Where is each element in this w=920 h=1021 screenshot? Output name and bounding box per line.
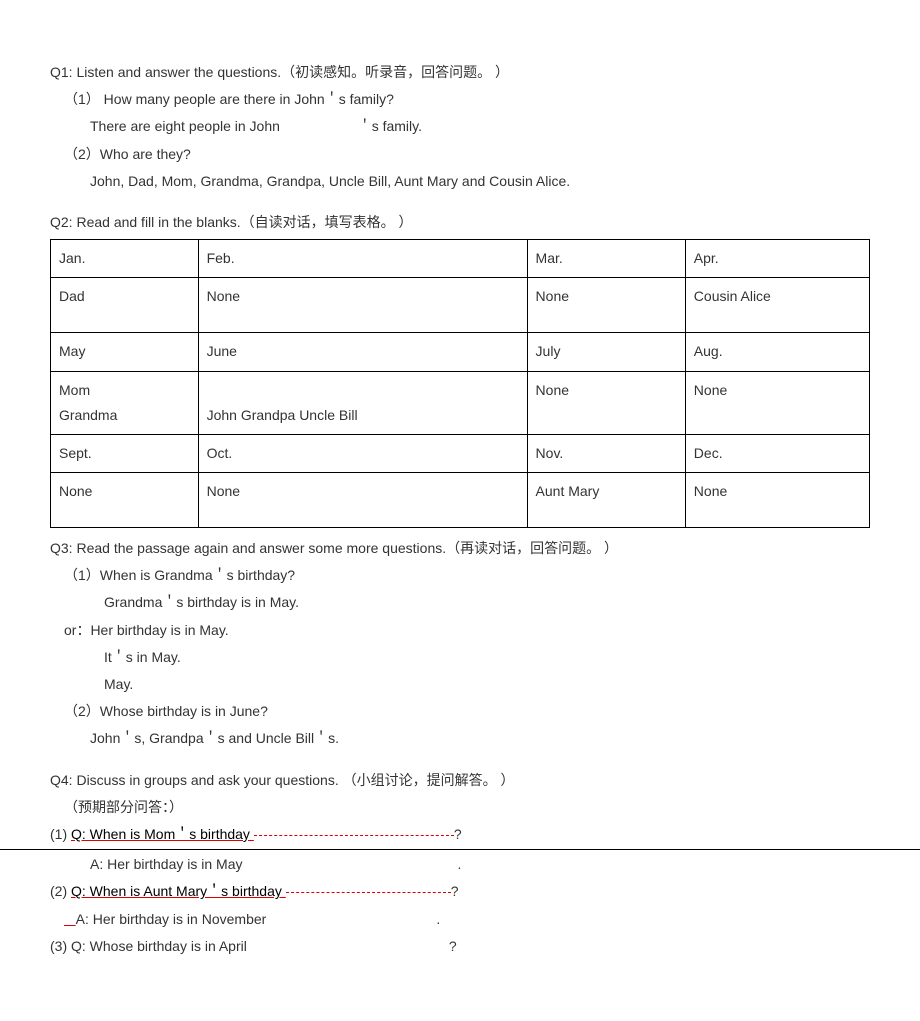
q1-p1-answer-right: ＇s family. <box>358 118 422 134</box>
cell: July <box>527 333 685 371</box>
qmark: ? <box>451 883 459 899</box>
cell: Oct. <box>198 434 527 472</box>
cell: None <box>527 371 685 434</box>
cell: Sept. <box>51 434 199 472</box>
table-row: Dad None None Cousin Alice <box>51 278 870 333</box>
cell: Feb. <box>198 240 527 278</box>
cell: June <box>198 333 527 371</box>
cell: Nov. <box>527 434 685 472</box>
cell: None <box>198 473 527 528</box>
cell: Aunt Mary <box>527 473 685 528</box>
table-row: Sept. Oct. Nov. Dec. <box>51 434 870 472</box>
q2-title: Q2: Read and fill in the blanks.（自读对话，填写… <box>50 210 870 235</box>
q4-p3-text: (3) Q: Whose birthday is in April <box>50 938 247 954</box>
q4-p1-answer-text: A: Her birthday is in May <box>90 856 243 872</box>
q3-p1-question: （1）When is Grandma＇s birthday? <box>50 563 870 588</box>
cell: Cousin Alice <box>685 278 869 333</box>
q4-p1-underline: Q: When is Mom＇s birthday <box>71 826 254 842</box>
dot: . <box>436 911 440 927</box>
q3-p2-answer: John＇s, Grandpa＇s and Uncle Bill＇s. <box>50 726 870 751</box>
cell: None <box>198 278 527 333</box>
q1-p1-answer: There are eight people in John ＇s family… <box>50 114 870 139</box>
cell: None <box>527 278 685 333</box>
cell: Mom Grandma <box>51 371 199 434</box>
cell: None <box>685 473 869 528</box>
cell: Aug. <box>685 333 869 371</box>
table-row: None None Aunt Mary None <box>51 473 870 528</box>
q3-p2-question: （2）Whose birthday is in June? <box>50 699 870 724</box>
divider-line <box>0 849 920 850</box>
q4-p2-answer-text: A: Her birthday is in November <box>76 911 267 927</box>
q4-p2-label: (2) <box>50 883 71 899</box>
q4-p1-q: (1) Q: When is Mom＇s birthday ? <box>50 822 870 847</box>
q1-title: Q1: Listen and answer the questions.（初读感… <box>50 60 870 85</box>
cell: Dad <box>51 278 199 333</box>
cell: Mar. <box>527 240 685 278</box>
cell: None <box>685 371 869 434</box>
q3-p1-a2: or：Her birthday is in May. <box>50 618 870 643</box>
q4-note: （预期部分问答：） <box>50 795 870 820</box>
q1-p1-question: （1） How many people are there in John＇s … <box>50 87 870 112</box>
red-prefix <box>50 911 76 927</box>
dot: . <box>458 856 462 872</box>
q1-p2-answer: John, Dad, Mom, Grandma, Grandpa, Uncle … <box>50 169 870 194</box>
q3-p1-a4: May. <box>50 672 870 697</box>
cell: None <box>51 473 199 528</box>
q4-p1-label: (1) <box>50 826 71 842</box>
cell: Jan. <box>51 240 199 278</box>
blank-line <box>254 835 454 836</box>
q4-p1-a: A: Her birthday is in May. <box>50 852 870 877</box>
q4-p2-underline: Q: When is Aunt Mary＇s birthday <box>71 883 286 899</box>
q3-p1-a3: It＇s in May. <box>50 645 870 670</box>
cell: May <box>51 333 199 371</box>
blank-line <box>286 892 451 893</box>
qmark: ? <box>454 826 462 842</box>
table-row: Jan. Feb. Mar. Apr. <box>51 240 870 278</box>
cell: Apr. <box>685 240 869 278</box>
q4-p2-q: (2) Q: When is Aunt Mary＇s birthday ? <box>50 879 870 904</box>
q4-p2-a: A: Her birthday is in November. <box>50 907 870 932</box>
q1-p2-question: （2）Who are they? <box>50 142 870 167</box>
qmark: ? <box>449 938 457 954</box>
q3-title: Q3: Read the passage again and answer so… <box>50 536 870 561</box>
q4-p3-q: (3) Q: Whose birthday is in April? <box>50 934 870 959</box>
q3-p1-a1: Grandma＇s birthday is in May. <box>50 590 870 615</box>
cell: John Grandpa Uncle Bill <box>198 371 527 434</box>
q1-p1-answer-left: There are eight people in John <box>90 118 280 134</box>
cell: Dec. <box>685 434 869 472</box>
table-row: May June July Aug. <box>51 333 870 371</box>
q4-title: Q4: Discuss in groups and ask your quest… <box>50 768 870 793</box>
table-row: Mom Grandma John Grandpa Uncle Bill None… <box>51 371 870 434</box>
q2-table: Jan. Feb. Mar. Apr. Dad None None Cousin… <box>50 239 870 528</box>
